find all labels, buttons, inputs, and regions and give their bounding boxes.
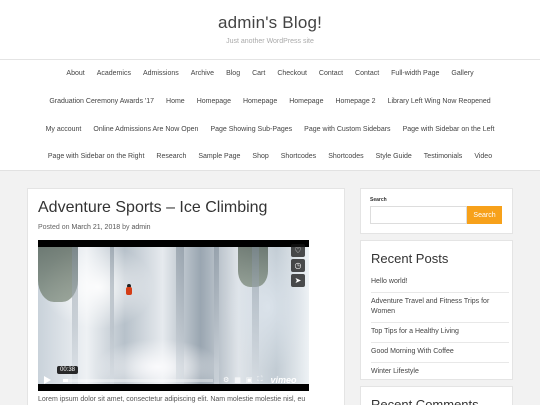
nav-item-gallery[interactable]: Gallery: [451, 70, 473, 77]
recent-post-link[interactable]: Winter Lifestyle: [371, 363, 509, 382]
post-date-link[interactable]: March 21, 2018: [71, 224, 120, 231]
nav-item-shop[interactable]: Shop: [252, 153, 268, 160]
climber-body: [126, 287, 132, 295]
nav-item-shortcodes[interactable]: Shortcodes: [328, 153, 363, 160]
nav-item-about[interactable]: About: [66, 70, 84, 77]
heart-icon[interactable]: ♡: [291, 244, 305, 257]
time-display: 00:38: [57, 365, 79, 374]
recent-comments-title: Recent Comments: [371, 397, 479, 405]
site-title[interactable]: admin's Blog!: [0, 13, 540, 33]
post-excerpt: Lorem ipsum dolor sit amet, consectetur …: [38, 396, 306, 403]
video-controls: 00:38 ⚙ ▦ ▣ ⛶ vimeo: [38, 365, 309, 391]
ice-streak: [110, 247, 114, 384]
recent-comments-widget: Recent Comments: [360, 386, 513, 405]
nav-item-blog[interactable]: Blog: [226, 70, 240, 77]
recent-post-link[interactable]: Top Tips for a Healthy Living: [371, 323, 509, 343]
ice-streak: [252, 247, 259, 384]
nav-item-contact[interactable]: Contact: [355, 70, 379, 77]
nav-row: Graduation Ceremony Awards '17 Home Home…: [0, 94, 540, 108]
nav-item-style-guide[interactable]: Style Guide: [376, 153, 412, 160]
nav-item-admissions[interactable]: Admissions: [143, 70, 179, 77]
climber-figure: [125, 284, 133, 298]
pip-icon[interactable]: ▣: [246, 376, 253, 384]
meta-by: by: [122, 224, 130, 231]
post-article: Adventure Sports – Ice Climbing Posted o…: [27, 188, 345, 405]
nav-item-custom-sidebars[interactable]: Page with Custom Sidebars: [304, 126, 390, 133]
video-player[interactable]: ♡ ◷ ➤ 00:38 ⚙ ▦ ▣ ⛶ vimeo: [38, 240, 309, 391]
captions-icon[interactable]: ▦: [234, 376, 241, 384]
nav-item-video[interactable]: Video: [474, 153, 492, 160]
nav-item-homepage-2[interactable]: Homepage 2: [335, 98, 375, 105]
nav-row: About Academics Admissions Archive Blog …: [0, 66, 540, 80]
post-meta: Posted on March 21, 2018 by admin: [38, 224, 151, 231]
ice-streak: [214, 247, 219, 384]
nav-item-full-width-page[interactable]: Full-width Page: [391, 70, 439, 77]
search-widget: Search Search: [360, 188, 513, 234]
site-header: admin's Blog! Just another WordPress sit…: [0, 0, 540, 60]
nav-item-shortcodes[interactable]: Shortcodes: [281, 153, 316, 160]
meta-prefix: Posted on: [38, 224, 70, 231]
progress-fill: [63, 378, 68, 382]
nav-item-sidebar-right[interactable]: Page with Sidebar on the Right: [48, 153, 145, 160]
nav-item-graduation-ceremony[interactable]: Graduation Ceremony Awards '17: [49, 98, 154, 105]
site-tagline: Just another WordPress site: [226, 38, 314, 45]
nav-row: My account Online Admissions Are Now Ope…: [0, 122, 540, 136]
fullscreen-icon[interactable]: ⛶: [258, 376, 263, 384]
share-icon[interactable]: ➤: [291, 274, 305, 287]
recent-posts-title: Recent Posts: [371, 251, 449, 266]
nav-item-homepage[interactable]: Homepage: [243, 98, 277, 105]
search-input[interactable]: [370, 206, 467, 224]
settings-icon[interactable]: ⚙: [223, 376, 229, 384]
nav-item-sub-pages[interactable]: Page Showing Sub-Pages: [210, 126, 292, 133]
progress-bar[interactable]: 00:38: [57, 365, 213, 382]
recent-post-link[interactable]: Good Morning With Coffee: [371, 343, 509, 363]
recent-post-link[interactable]: Hello world!: [371, 273, 509, 293]
nav-item-sample-page[interactable]: Sample Page: [198, 153, 240, 160]
nav-item-homepage[interactable]: Homepage: [197, 98, 231, 105]
nav-item-testimonials[interactable]: Testimonials: [424, 153, 463, 160]
nav-item-online-admissions[interactable]: Online Admissions Are Now Open: [93, 126, 198, 133]
nav-item-archive[interactable]: Archive: [191, 70, 214, 77]
nav-item-library-left-wing[interactable]: Library Left Wing Now Reopened: [388, 98, 491, 105]
ice-streak: [176, 247, 184, 384]
recent-post-link[interactable]: Adventure Travel and Fitness Trips for W…: [371, 293, 509, 323]
nav-row: Page with Sidebar on the Right Research …: [0, 149, 540, 163]
nav-item-home[interactable]: Home: [166, 98, 185, 105]
post-title[interactable]: Adventure Sports – Ice Climbing: [38, 199, 267, 217]
nav-item-my-account[interactable]: My account: [46, 126, 82, 133]
nav-item-sidebar-left[interactable]: Page with Sidebar on the Left: [403, 126, 495, 133]
nav-item-checkout[interactable]: Checkout: [277, 70, 307, 77]
search-button[interactable]: Search: [467, 206, 502, 224]
nav-item-research[interactable]: Research: [156, 153, 186, 160]
recent-posts-widget: Recent Posts Hello world! Adventure Trav…: [360, 240, 513, 380]
nav-item-contact[interactable]: Contact: [319, 70, 343, 77]
ice-streak: [72, 247, 78, 384]
play-icon[interactable]: [44, 376, 51, 384]
nav-item-cart[interactable]: Cart: [252, 70, 265, 77]
clock-icon[interactable]: ◷: [291, 259, 305, 272]
video-frame: [38, 247, 309, 384]
vimeo-logo[interactable]: vimeo: [270, 375, 296, 385]
main-navigation: About Academics Admissions Archive Blog …: [0, 60, 540, 171]
nav-item-academics[interactable]: Academics: [97, 70, 131, 77]
nav-item-homepage[interactable]: Homepage: [289, 98, 323, 105]
search-label: Search: [370, 197, 387, 203]
recent-posts-list: Hello world! Adventure Travel and Fitnes…: [371, 273, 509, 382]
post-author-link[interactable]: admin: [131, 224, 150, 231]
video-side-icons: ♡ ◷ ➤: [291, 244, 305, 289]
